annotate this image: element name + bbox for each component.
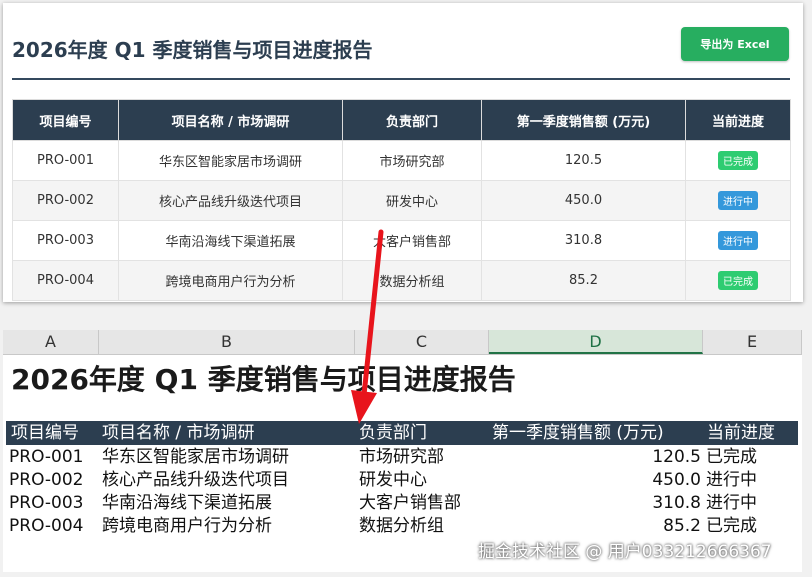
header-status: 当前进度: [685, 99, 791, 141]
title-divider: [12, 78, 790, 80]
sheet-cell-name[interactable]: 核心产品线升级迭代项目: [102, 468, 289, 492]
cell-project-name: 核心产品线升级迭代项目: [118, 180, 343, 221]
cell-sales: 120.5: [481, 140, 686, 181]
sheet-cell-id[interactable]: PRO-001: [9, 445, 84, 469]
sheet-cell-status[interactable]: 进行中: [706, 491, 757, 515]
sheet-cell-status[interactable]: 进行中: [706, 468, 757, 492]
report-table: 项目编号 项目名称 / 市场调研 负责部门 第一季度销售额 (万元) 当前进度 …: [12, 99, 791, 301]
cell-department: 研发中心: [342, 180, 482, 221]
sheet-header-id[interactable]: 项目编号: [11, 421, 79, 445]
cell-sales: 85.2: [481, 260, 686, 301]
sheet-cell-status[interactable]: 已完成: [706, 514, 757, 538]
cell-project-id: PRO-001: [12, 140, 119, 181]
header-project-id: 项目编号: [12, 99, 119, 141]
header-department: 负责部门: [342, 99, 482, 141]
table-row: PRO-002 核心产品线升级迭代项目 研发中心 450.0 进行中: [12, 180, 791, 221]
cell-sales: 450.0: [481, 180, 686, 221]
header-sales: 第一季度销售额 (万元): [481, 99, 686, 141]
web-report-card: 2026年度 Q1 季度销售与项目进度报告 导出为 Excel 项目编号 项目名…: [3, 3, 803, 302]
column-header-c[interactable]: C: [355, 330, 489, 354]
excel-sheet: A B C D E 2026年度 Q1 季度销售与项目进度报告 项目编号 项目名…: [3, 330, 802, 572]
table-header-row: 项目编号 项目名称 / 市场调研 负责部门 第一季度销售额 (万元) 当前进度: [12, 99, 791, 141]
sheet-cell-sales[interactable]: 85.2: [489, 514, 701, 538]
cell-project-id: PRO-004: [12, 260, 119, 301]
sheet-cell-dept[interactable]: 数据分析组: [359, 514, 444, 538]
cell-status: 已完成: [685, 260, 791, 301]
cell-project-name: 华南沿海线下渠道拓展: [118, 220, 343, 261]
watermark: 掘金技术社区 @ 用户033212666367: [478, 542, 772, 562]
page-title: 2026年度 Q1 季度销售与项目进度报告: [12, 38, 373, 62]
status-badge: 已完成: [718, 151, 758, 170]
export-excel-button[interactable]: 导出为 Excel: [681, 27, 789, 61]
sheet-cell-name[interactable]: 华南沿海线下渠道拓展: [102, 491, 272, 515]
cell-sales: 310.8: [481, 220, 686, 261]
sheet-cell-dept[interactable]: 研发中心: [359, 468, 427, 492]
table-row: PRO-003 华南沿海线下渠道拓展 大客户销售部 310.8 进行中: [12, 220, 791, 261]
sheet-cell-dept[interactable]: 大客户销售部: [359, 491, 461, 515]
sheet-header-name[interactable]: 项目名称 / 市场调研: [102, 421, 255, 445]
sheet-cell-id[interactable]: PRO-003: [9, 491, 84, 515]
cell-project-id: PRO-003: [12, 220, 119, 261]
column-header-a[interactable]: A: [3, 330, 99, 354]
cell-department: 大客户销售部: [342, 220, 482, 261]
cell-department: 数据分析组: [342, 260, 482, 301]
cell-status: 进行中: [685, 180, 791, 221]
cell-project-id: PRO-002: [12, 180, 119, 221]
sheet-cell-sales[interactable]: 310.8: [489, 491, 701, 515]
sheet-header-dept[interactable]: 负责部门: [359, 421, 427, 445]
sheet-header-status[interactable]: 当前进度: [707, 421, 775, 445]
column-header-d[interactable]: D: [489, 330, 703, 354]
column-header-b[interactable]: B: [99, 330, 355, 354]
sheet-title-cell[interactable]: 2026年度 Q1 季度销售与项目进度报告: [11, 358, 516, 398]
cell-status: 进行中: [685, 220, 791, 261]
sheet-header-sales[interactable]: 第一季度销售额 (万元): [492, 421, 664, 445]
table-row: PRO-004 跨境电商用户行为分析 数据分析组 85.2 已完成: [12, 260, 791, 301]
sheet-cell-sales[interactable]: 450.0: [489, 468, 701, 492]
status-badge: 进行中: [718, 231, 758, 250]
cell-project-name: 跨境电商用户行为分析: [118, 260, 343, 301]
column-header-e[interactable]: E: [703, 330, 802, 354]
column-header-row: A B C D E: [3, 330, 802, 355]
cell-project-name: 华东区智能家居市场调研: [118, 140, 343, 181]
status-badge: 进行中: [718, 191, 758, 210]
table-row: PRO-001 华东区智能家居市场调研 市场研究部 120.5 已完成: [12, 140, 791, 181]
sheet-cell-dept[interactable]: 市场研究部: [359, 445, 444, 469]
status-badge: 已完成: [718, 271, 758, 290]
cell-department: 市场研究部: [342, 140, 482, 181]
header-project-name: 项目名称 / 市场调研: [118, 99, 343, 141]
sheet-cell-id[interactable]: PRO-004: [9, 514, 84, 538]
sheet-cell-id[interactable]: PRO-002: [9, 468, 84, 492]
cell-status: 已完成: [685, 140, 791, 181]
sheet-cell-status[interactable]: 已完成: [706, 445, 757, 469]
sheet-cell-name[interactable]: 跨境电商用户行为分析: [102, 514, 272, 538]
sheet-cell-sales[interactable]: 120.5: [489, 445, 701, 469]
sheet-cell-name[interactable]: 华东区智能家居市场调研: [102, 445, 289, 469]
